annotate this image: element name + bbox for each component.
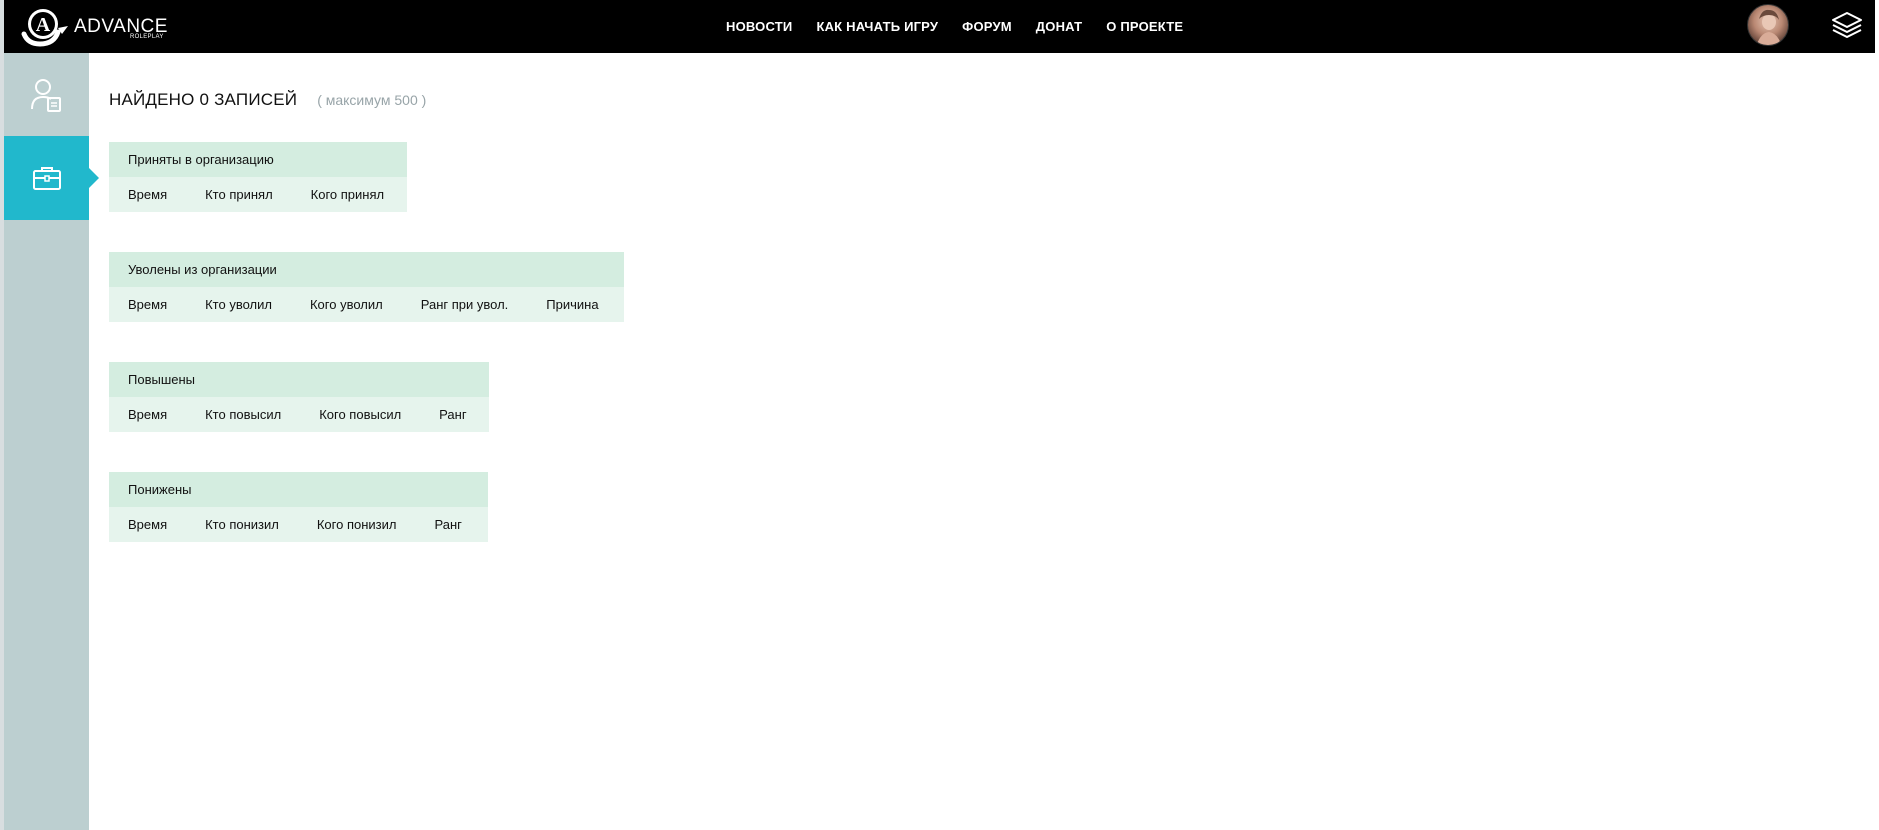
nav-news[interactable]: НОВОСТИ xyxy=(726,19,792,34)
column-header: Кого повысил xyxy=(319,407,402,422)
nav-how-to-start[interactable]: КАК НАЧАТЬ ИГРУ xyxy=(816,19,938,34)
column-header: Причина xyxy=(546,297,599,312)
section-title: Уволены из организации xyxy=(109,252,624,287)
nav-about[interactable]: О ПРОЕКТЕ xyxy=(1106,19,1183,34)
table-header: Время Кто уволил Кого уволил Ранг при ув… xyxy=(109,287,624,322)
sidebar-item-profile[interactable] xyxy=(4,53,89,137)
column-header: Ранг xyxy=(434,517,462,532)
page-title: НАЙДЕНО 0 ЗАПИСЕЙ xyxy=(109,90,298,109)
column-header: Кого уволил xyxy=(309,297,383,312)
section-title: Понижены xyxy=(109,472,488,507)
column-header: Кто принял xyxy=(205,187,273,202)
section-promoted: Повышены Время Кто повысил Кого повысил … xyxy=(109,362,489,432)
main-content: НАЙДЕНО 0 ЗАПИСЕЙ ( максимум 500 ) Приня… xyxy=(109,90,624,542)
column-header: Время xyxy=(128,187,168,202)
section-accepted: Приняты в организацию Время Кто принял К… xyxy=(109,142,407,212)
briefcase-icon xyxy=(32,167,61,190)
column-header: Время xyxy=(128,407,168,422)
nav-donate[interactable]: ДОНАТ xyxy=(1036,19,1082,34)
column-header: Ранг xyxy=(439,407,467,422)
table-header: Время Кто повысил Кого повысил Ранг xyxy=(109,397,489,432)
logo-subtitle: ROLEPLAY xyxy=(130,34,164,40)
column-header: Ранг при увол. xyxy=(420,297,509,312)
column-header: Кого принял xyxy=(310,187,385,202)
page: A ADVANCE ROLEPLAY НОВОСТИ КАК НАЧАТЬ ИГ… xyxy=(0,0,1879,830)
column-header: Кто уволил xyxy=(205,297,272,312)
layers-icon[interactable] xyxy=(1830,10,1864,42)
nav-forum[interactable]: ФОРУМ xyxy=(962,19,1012,34)
main-nav: НОВОСТИ КАК НАЧАТЬ ИГРУ ФОРУМ ДОНАТ О ПР… xyxy=(726,0,1183,53)
logo-text: ADVANCE ROLEPLAY xyxy=(74,4,174,48)
logo-mark-icon: A xyxy=(18,4,70,48)
results-limit: ( максимум 500 ) xyxy=(317,92,427,108)
sidebar-item-organization[interactable] xyxy=(4,136,99,220)
column-header: Кто повысил xyxy=(205,407,282,422)
sidebar xyxy=(4,53,99,830)
logo[interactable]: A ADVANCE ROLEPLAY xyxy=(18,4,178,48)
section-title: Приняты в организацию xyxy=(109,142,407,177)
column-header: Кого понизил xyxy=(316,517,397,532)
results-heading: НАЙДЕНО 0 ЗАПИСЕЙ ( максимум 500 ) xyxy=(109,90,426,118)
top-navbar: A ADVANCE ROLEPLAY НОВОСТИ КАК НАЧАТЬ ИГ… xyxy=(4,0,1875,53)
column-header: Время xyxy=(128,297,168,312)
user-avatar[interactable] xyxy=(1747,4,1789,46)
column-header: Кто понизил xyxy=(205,517,279,532)
table-header: Время Кто понизил Кого понизил Ранг xyxy=(109,507,488,542)
logo-letter: A xyxy=(36,14,51,36)
column-header: Время xyxy=(128,517,168,532)
section-demoted: Понижены Время Кто понизил Кого понизил … xyxy=(109,472,488,542)
table-header: Время Кто принял Кого принял xyxy=(109,177,407,212)
section-title: Повышены xyxy=(109,362,489,397)
user-document-icon xyxy=(30,79,61,112)
section-dismissed: Уволены из организации Время Кто уволил … xyxy=(109,252,624,322)
